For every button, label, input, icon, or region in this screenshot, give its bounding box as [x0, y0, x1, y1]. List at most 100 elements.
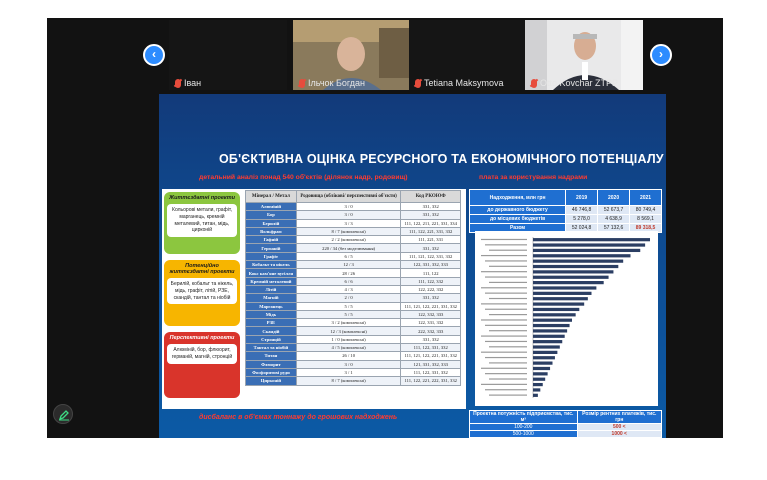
chevron-right-icon: ›: [659, 47, 663, 61]
table-row: Тантал та ніобій 4 / 5 (комплексні) 111, 1…: [245, 343, 461, 353]
chart-category-label: [481, 287, 527, 289]
table-cell: 5 / 5: [295, 301, 402, 311]
chart-category-label: [481, 383, 527, 385]
chart-bar: [533, 356, 555, 360]
table-cell: Графіт: [245, 251, 297, 262]
table-cell: 121, 331, 332, 333: [400, 359, 461, 369]
table-cell: 12 / 3: [295, 260, 402, 270]
category-potential: Потенційно життєздатні проекти Берилій, …: [164, 260, 240, 326]
table-cell: РЗЕ: [245, 318, 297, 328]
chart-category-label: [485, 260, 527, 262]
table-row: Алюміній 3 / 0 331, 332: [245, 201, 461, 212]
category-items: Кольорові метали, графіт, марганець, кре…: [167, 204, 237, 237]
table-cell: 1000 <: [576, 430, 663, 438]
column-header: 2019: [565, 189, 599, 206]
table-cell: 4 / 3: [295, 284, 402, 295]
table-cell: 331, 332: [400, 201, 461, 212]
table-cell: 100-200: [469, 423, 578, 431]
chart-category-label: [489, 297, 527, 300]
table-cell: 122, 332, 333: [400, 309, 461, 320]
chart-category-label: [489, 281, 527, 284]
chart-bar: [533, 382, 543, 387]
table-cell: Скандій: [245, 326, 297, 336]
table-cell: Вольфрам: [245, 226, 297, 237]
table-cell: 3 / 2 (комплексні): [295, 318, 402, 328]
column-header: Проектна потужність підприємства, тис. м…: [469, 410, 578, 424]
participant-tile[interactable]: Tetiana Maksymova: [409, 20, 527, 90]
chart-category-label: [485, 340, 527, 343]
table-cell: 8 / 7 (комплексні): [295, 376, 402, 386]
chart-category-label: [485, 389, 527, 391]
table-row: РЗЕ 3 / 2 (комплексні) 122, 331, 332: [245, 318, 461, 328]
table-cell: Флюорит: [245, 359, 297, 369]
chart-category-label: [481, 271, 527, 273]
annotate-button[interactable]: [53, 404, 73, 424]
participant-tile[interactable]: Otto Kovchar ZTPP: [525, 20, 643, 90]
chart-bar: [533, 323, 570, 328]
mic-muted-icon: [531, 78, 537, 88]
table-cell: Берилій: [245, 218, 297, 228]
table-cell: 500-1000: [469, 430, 578, 438]
chart-category-label: [489, 394, 527, 396]
participant-tile[interactable]: Ільчок Богдан: [293, 20, 411, 90]
chart-bar: [533, 281, 604, 285]
chart-bar: [533, 297, 588, 301]
chart-bar: [533, 340, 563, 344]
table-cell: 6 / 5: [295, 251, 402, 262]
table-cell: 331, 332: [400, 243, 461, 253]
table-row: Цирконій 8 / 7 (комплексні) 111, 122, 221,…: [245, 376, 461, 386]
table-row: Скандій 12 / 3 (комплексні) 222, 332, 333: [245, 326, 461, 336]
table-row: Берилій 3 / 3 111, 122, 211, 221, 331, 334: [245, 218, 461, 228]
category-prospective: Перспективні проекти Алюміній, бор, флюо…: [164, 332, 240, 398]
table-cell: Цирконій: [245, 376, 297, 386]
mic-muted-icon: [415, 78, 421, 88]
table-row: Вольфрам 8 / 7 (комплексні) 111, 122, 221,…: [245, 226, 461, 237]
chart-category-label: [481, 351, 527, 353]
table-cell: 52 673,7: [597, 205, 631, 215]
table-row: Бор 3 / 0 331, 332: [245, 210, 461, 220]
chart-bar: [533, 350, 558, 354]
table-cell: 12 / 3 (комплексні): [295, 326, 402, 336]
table-row: Кремній металевий 6 / 6 111, 122, 332: [245, 276, 461, 286]
column-header: Мінерал / Метал: [245, 190, 297, 203]
minerals-table: Мінерал / Метал Родовища (облікові/ перс…: [245, 190, 461, 386]
participant-strip: ‹ Іван Ільчок Богдан Tetiana Maksymova O…: [47, 18, 723, 92]
table-row: Графіт 6 / 5 111, 121, 122, 331, 332: [245, 251, 461, 262]
category-viable: Життєздатні проекти Кольорові метали, гр…: [164, 192, 240, 254]
chart-category-label: [489, 362, 527, 364]
chart-category-label: [481, 367, 527, 369]
participant-name: Otto Kovchar ZTPP: [540, 78, 619, 88]
participant-tile[interactable]: Іван: [169, 20, 287, 90]
chart-bar: [533, 259, 624, 263]
bar-chart-svg: [481, 237, 650, 398]
chart-bar: [533, 388, 541, 392]
table-cell: 111, 121, 122, 331, 332: [400, 251, 461, 262]
table-row: Кобальт та нікель 12 / 3 122, 331, 332, 33…: [245, 260, 461, 270]
table-cell: 3 / 0: [295, 210, 402, 220]
chart-category-label: [481, 238, 527, 241]
table-cell: Тантал та ніобій: [245, 343, 297, 353]
table-row: 1000 <3000 <: [469, 437, 663, 438]
table-row: Гафній 2 / 2 (комплексні) 111, 221, 331: [245, 235, 461, 245]
chart-bar: [533, 313, 576, 317]
table-cell: Фосфоритові руди: [245, 367, 297, 378]
chart-category-label: [485, 292, 527, 294]
table-cell: Кремній металевий: [245, 276, 297, 286]
pencil-icon: [58, 410, 69, 421]
next-page-button[interactable]: ›: [650, 44, 672, 66]
prev-page-button[interactable]: ‹: [143, 44, 165, 66]
chart-category-label: [481, 254, 527, 257]
table-cell: Мідь: [245, 309, 297, 320]
table-cell: Стронцій: [245, 334, 297, 345]
table-cell: 111, 122, 221, 331, 332: [400, 226, 461, 237]
chart-bar: [533, 270, 614, 274]
table-cell: до місцевих бюджетів: [468, 214, 567, 224]
chart-category-label: [485, 308, 527, 310]
table-cell: 122, 331, 332: [400, 318, 461, 328]
slide-bottom-note: дисбаланс в об'ємах тоннажу до грошових …: [199, 414, 398, 421]
table-cell: Кобальт та нікель: [245, 260, 297, 270]
bar-chart: [475, 231, 658, 406]
chart-category-label: [481, 319, 527, 321]
table-row: до державного бюджету 46 746,8 52 673,7 80 …: [468, 205, 662, 215]
table-row: Літій 4 / 3 122, 222, 332: [245, 284, 461, 295]
